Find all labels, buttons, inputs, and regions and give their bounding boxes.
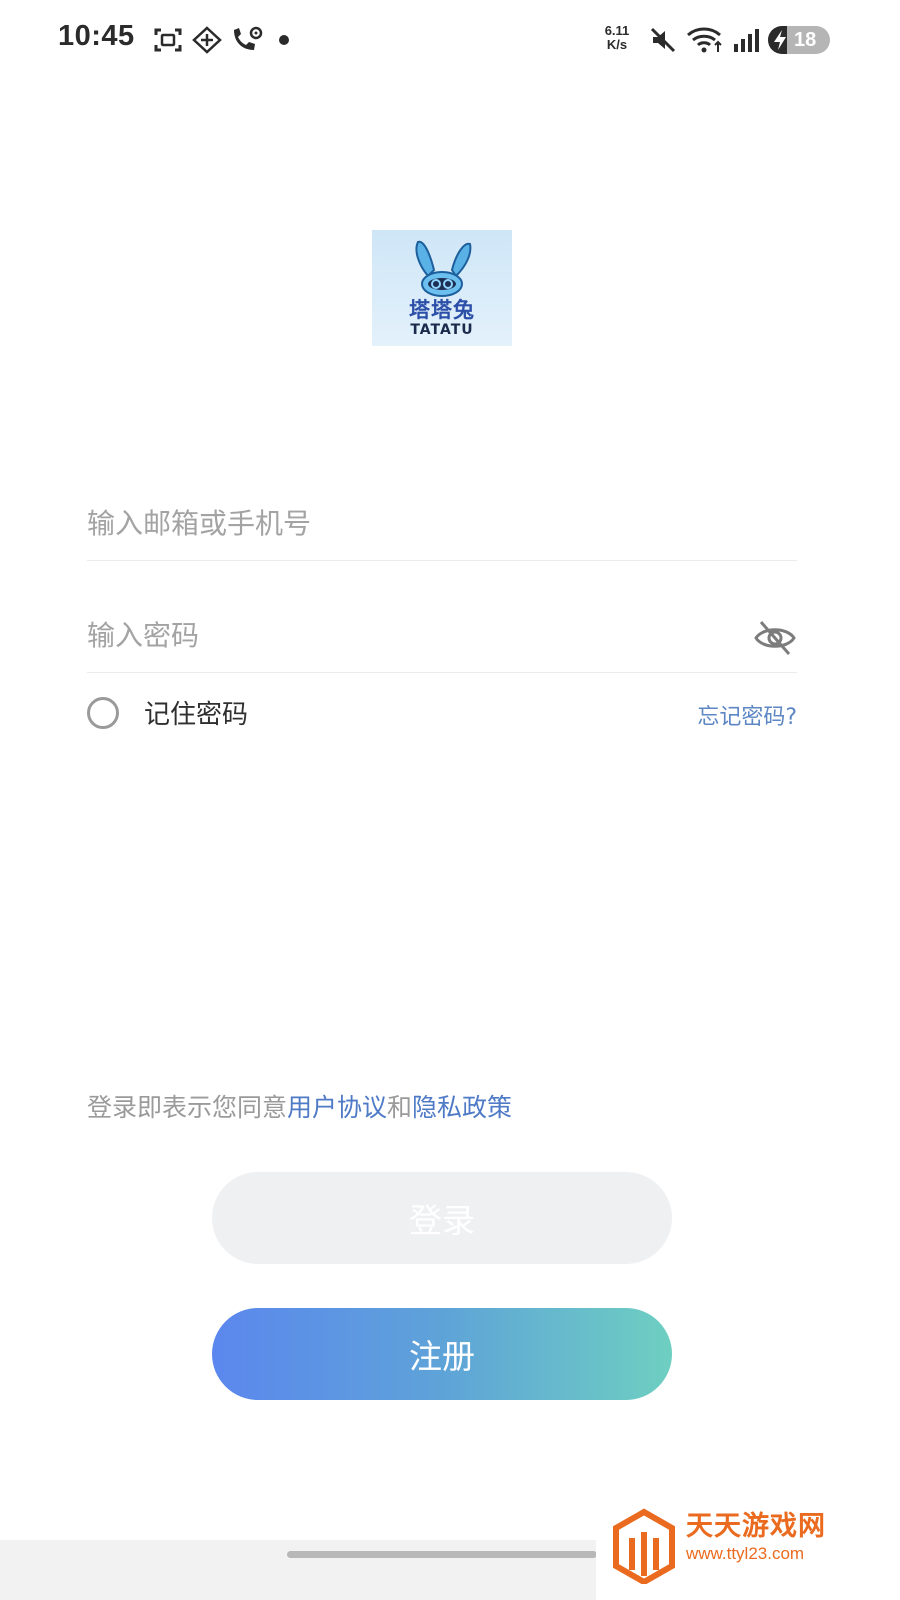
logo-chinese-text: 塔塔兔 xyxy=(409,298,475,322)
rabbit-mascot-icon xyxy=(415,240,472,297)
charging-bolt-icon xyxy=(774,30,786,50)
account-field xyxy=(87,488,797,561)
watermark-url: www.ttyl23.com xyxy=(686,1544,805,1563)
remember-password-label[interactable]: 记住密码 xyxy=(144,694,248,731)
status-bar: 10:45 6.11 K/s 18 xyxy=(0,0,900,80)
battery-indicator: 18 xyxy=(768,26,830,54)
watermark-logo-icon xyxy=(613,1508,675,1584)
network-speed-unit: K/s xyxy=(606,37,628,52)
mute-icon xyxy=(650,27,676,53)
user-agreement-link[interactable]: 用户协议 xyxy=(287,1093,387,1122)
gesture-handle[interactable] xyxy=(287,1551,597,1558)
agreement-conjunction: 和 xyxy=(387,1093,413,1122)
register-button[interactable]: 注册 xyxy=(212,1308,672,1400)
call-location-icon xyxy=(234,26,263,50)
wifi-icon xyxy=(687,27,722,53)
privacy-policy-link[interactable]: 隐私政策 xyxy=(412,1093,512,1122)
app-logo: 塔塔兔 TATATU xyxy=(372,230,512,346)
network-speed: 6.11 K/s xyxy=(597,24,637,52)
signal-icon xyxy=(734,29,759,52)
dot-icon xyxy=(279,35,289,45)
remember-password-radio[interactable] xyxy=(87,697,119,729)
forgot-password-link[interactable]: 忘记密码? xyxy=(697,699,797,731)
password-field xyxy=(87,600,797,673)
agreement-prefix: 登录即表示您同意 xyxy=(87,1093,288,1122)
password-input[interactable] xyxy=(87,600,727,670)
logo-english-text: TATATU xyxy=(410,322,474,338)
gamepad-icon xyxy=(192,26,222,54)
account-input[interactable] xyxy=(87,488,727,558)
screenshot-icon xyxy=(154,28,182,52)
watermark-title: 天天游戏网 xyxy=(686,1511,826,1542)
status-time: 10:45 xyxy=(58,20,135,52)
navigation-bar xyxy=(0,1540,596,1600)
agreement-text: 登录即表示您同意用户协议和隐私政策 xyxy=(87,1088,512,1124)
eye-off-icon[interactable] xyxy=(753,618,797,658)
login-button[interactable]: 登录 xyxy=(212,1172,672,1264)
battery-level: 18 xyxy=(794,29,817,51)
network-speed-value: 6.11 xyxy=(604,23,630,38)
watermark: 天天游戏网 www.ttyl23.com xyxy=(596,1490,900,1600)
